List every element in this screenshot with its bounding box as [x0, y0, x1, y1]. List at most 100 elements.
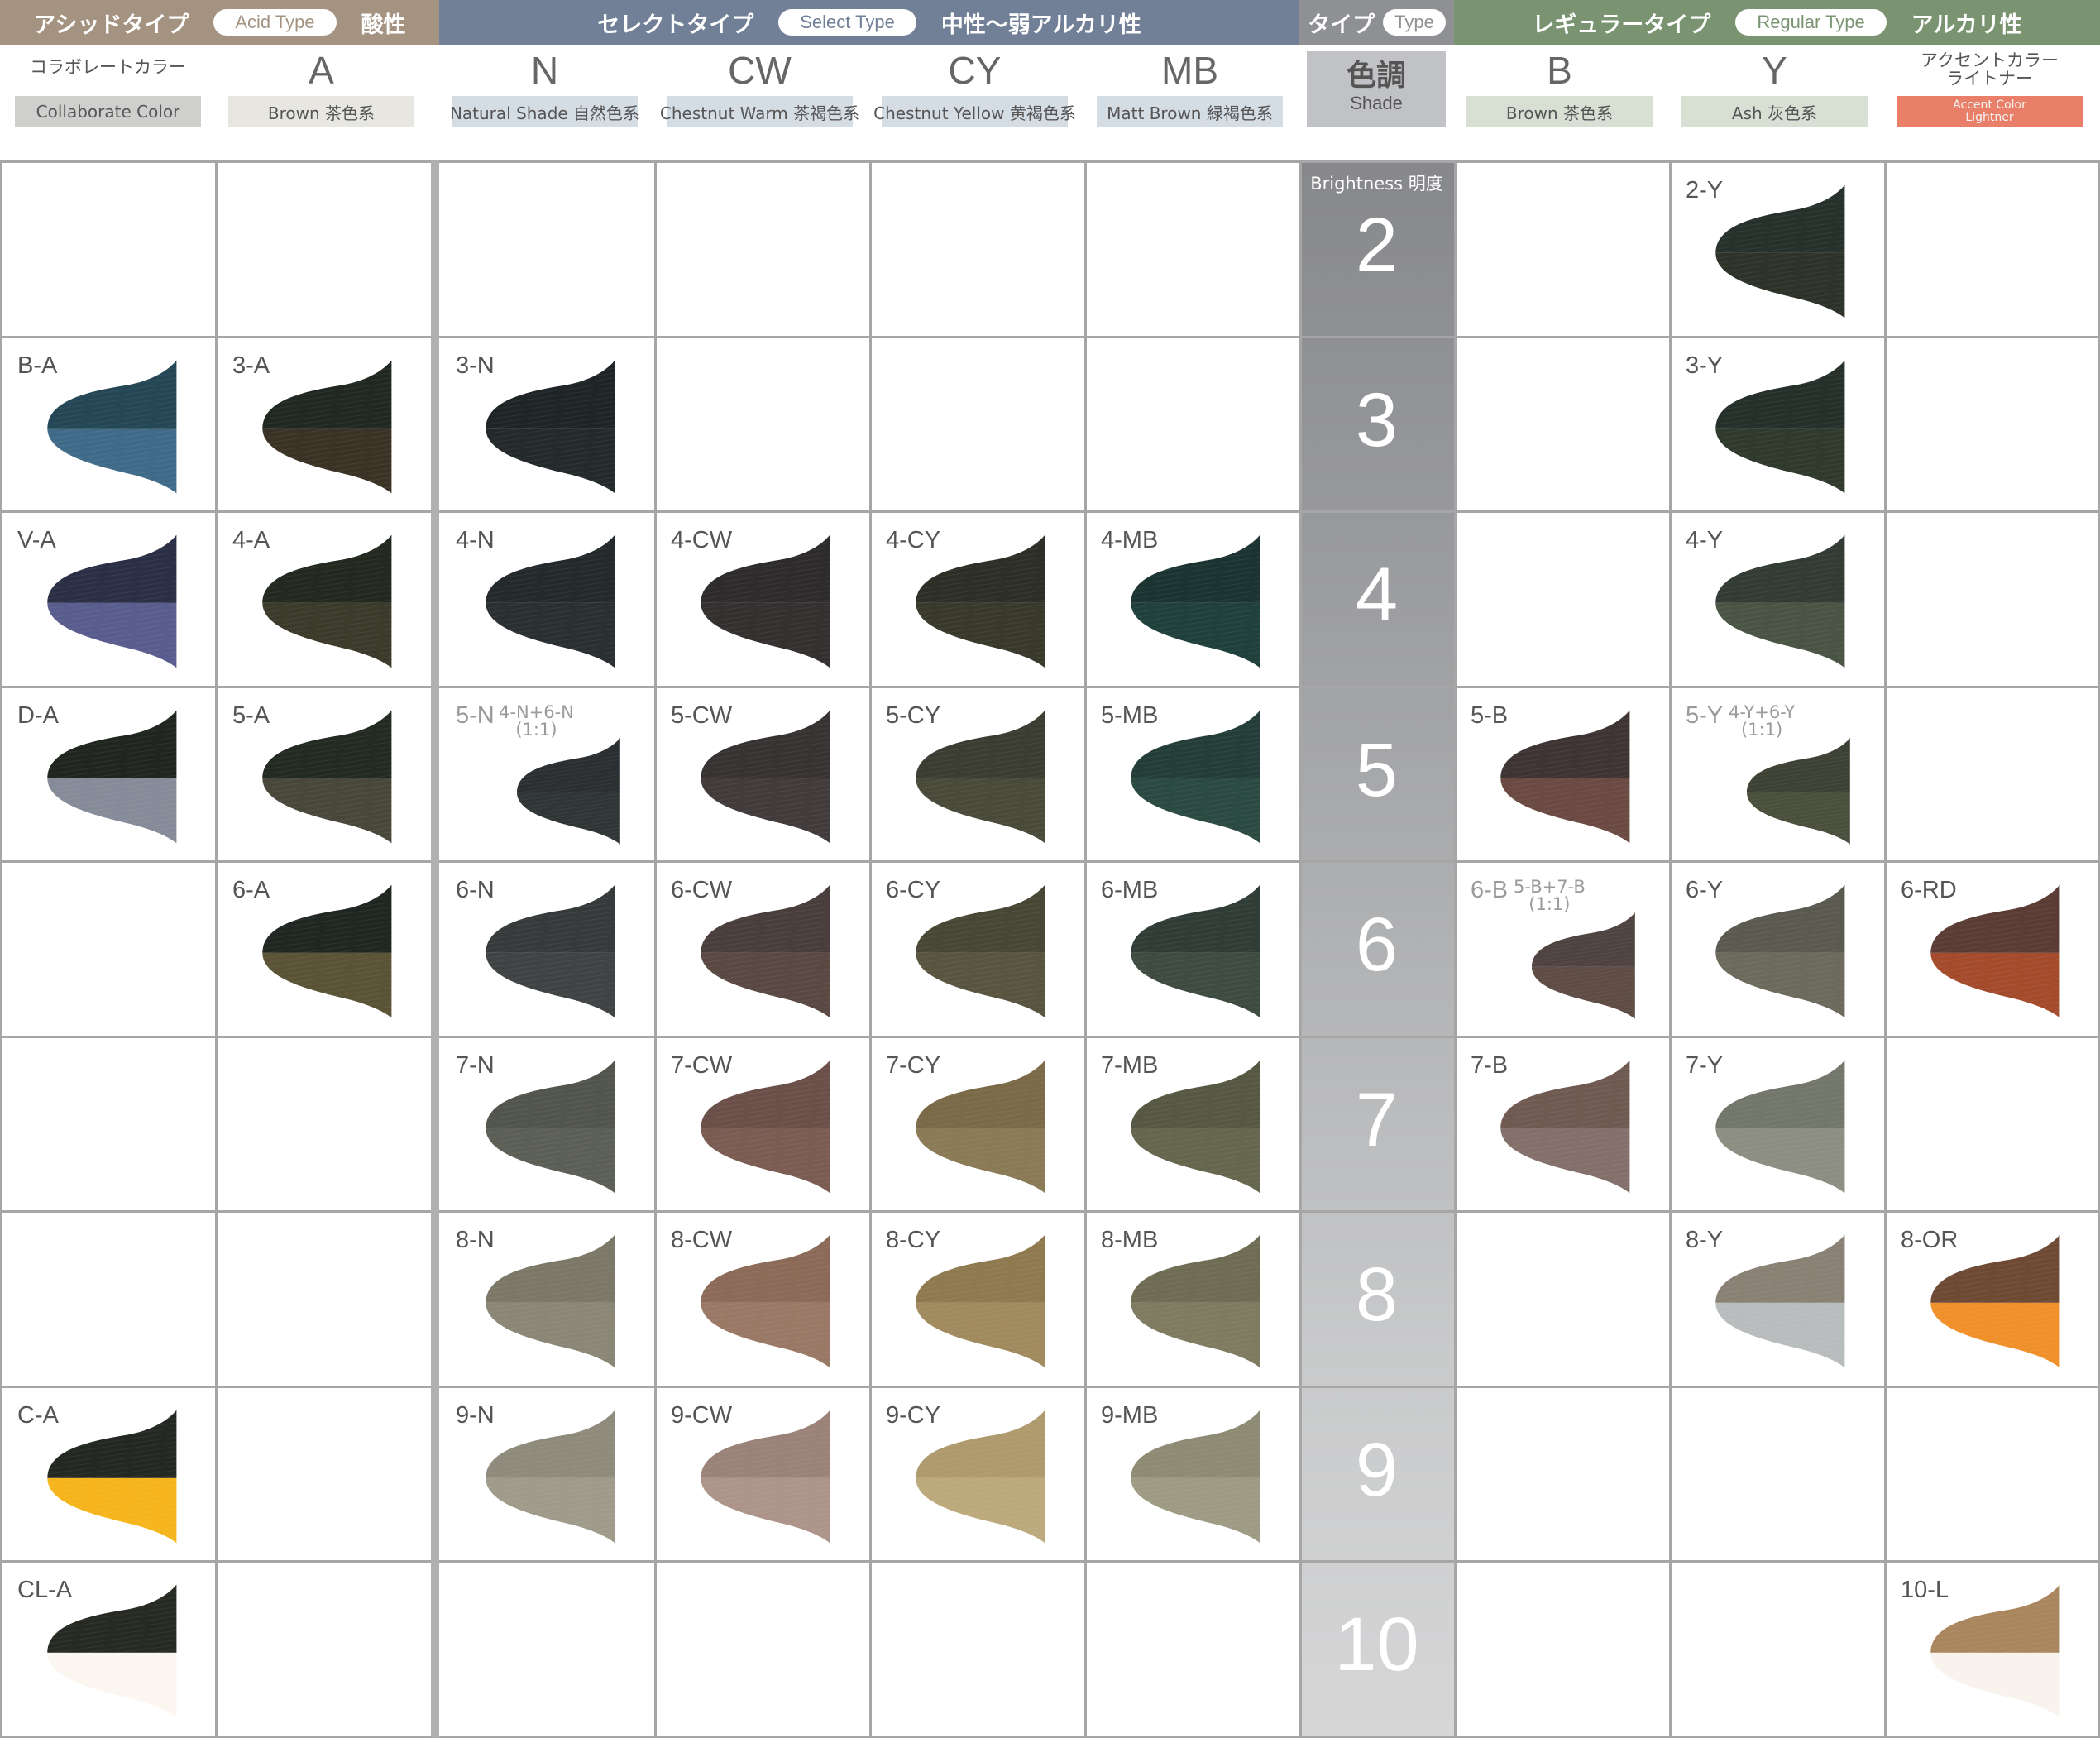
- swatch-texture: [1131, 884, 1260, 1018]
- select-type-suffix: 中性～弱アルカリ性: [940, 12, 1141, 38]
- swatch-label: V-A: [17, 527, 56, 553]
- swatch-cell[interactable]: 3-Y: [1671, 338, 1884, 510]
- acid-type-suffix: 酸性: [361, 12, 406, 38]
- acid-type-pill: Acid Type: [213, 9, 337, 36]
- swatch-cell[interactable]: C-A: [2, 1387, 216, 1559]
- swatch-label: 10-L: [1901, 1577, 1949, 1603]
- swatch-label: D-A: [17, 701, 59, 729]
- hair-swatch-icon: [486, 884, 615, 1018]
- swatch-cell[interactable]: CL-A: [2, 1562, 216, 1734]
- swatch-cell[interactable]: 4-CW: [656, 512, 869, 684]
- swatch-cell[interactable]: 6-RD: [1886, 862, 2099, 1034]
- swatch-texture: [516, 737, 620, 845]
- swatch-texture: [486, 1234, 615, 1368]
- swatch-cell[interactable]: 3-A: [218, 338, 431, 510]
- swatch-label: 3-A: [232, 352, 270, 379]
- hair-swatch-icon: [262, 710, 392, 843]
- swatch-label: 6-MB: [1101, 877, 1159, 903]
- brightness-level: 6: [1355, 903, 1399, 987]
- swatch-texture: [916, 534, 1045, 668]
- swatch-cell[interactable]: 5-N 4-N+6-N (1:1): [441, 687, 654, 859]
- swatch-cell[interactable]: 8-OR: [1886, 1212, 2099, 1384]
- regular-type-header: レギュラータイプ Regular Type アルカリ性: [1454, 0, 2100, 45]
- swatch-cell[interactable]: 7-CW: [656, 1037, 869, 1209]
- swatch-texture: [486, 1410, 615, 1543]
- swatch-cell[interactable]: 4-MB: [1086, 512, 1299, 684]
- hair-swatch-icon: [47, 534, 177, 668]
- swatch-cell[interactable]: 9-N: [441, 1387, 654, 1559]
- swatch-texture: [701, 534, 830, 668]
- swatch-cell[interactable]: 6-B 5-B+7-B (1:1): [1456, 862, 1669, 1034]
- swatch-texture: [1131, 1410, 1260, 1543]
- select-type-title: セレクトタイプ: [597, 12, 754, 38]
- swatch-label: 7-CW: [671, 1051, 733, 1079]
- shade-header-jp: 色調: [1346, 59, 1406, 93]
- swatch-cell[interactable]: 5-MB: [1086, 687, 1299, 859]
- column-letter-CW: CW: [728, 49, 792, 92]
- swatch-cell[interactable]: 9-CW: [656, 1387, 869, 1559]
- swatch-label: 5-B: [1471, 701, 1509, 729]
- swatch-label: 7-B: [1471, 1051, 1509, 1079]
- column-tag-CW: Chestnut Warm 茶褐色系: [660, 96, 859, 127]
- swatch-texture: [916, 1060, 1045, 1193]
- swatch-cell[interactable]: 8-CW: [656, 1212, 869, 1384]
- swatch-texture: [1715, 360, 1845, 493]
- column-letter-B: B: [1547, 49, 1572, 92]
- swatch-cell[interactable]: 8-CY: [871, 1212, 1084, 1384]
- swatch-texture: [916, 710, 1045, 843]
- hair-swatch-icon: [1715, 1234, 1845, 1368]
- swatch-cell[interactable]: 5-Y 4-Y+6-Y (1:1): [1671, 687, 1884, 859]
- swatch-cell[interactable]: 4-N: [441, 512, 654, 684]
- swatch-cell[interactable]: 7-Y: [1671, 1037, 1884, 1209]
- swatch-cell[interactable]: 6-CY: [871, 862, 1084, 1034]
- swatch-cell[interactable]: 5-B: [1456, 687, 1669, 859]
- collab-title: コラボレートカラー: [30, 57, 186, 77]
- swatch-cell[interactable]: 8-Y: [1671, 1212, 1884, 1384]
- swatch-cell[interactable]: 5-CW: [656, 687, 869, 859]
- brightness-level: 7: [1355, 1077, 1399, 1162]
- swatch-cell[interactable]: 4-Y: [1671, 512, 1884, 684]
- swatch-cell[interactable]: 7-MB: [1086, 1037, 1299, 1209]
- swatch-cell[interactable]: 9-CY: [871, 1387, 1084, 1559]
- brightness-level: 4: [1355, 553, 1399, 637]
- swatch-cell[interactable]: D-A: [2, 687, 216, 859]
- swatch-texture: [486, 360, 615, 493]
- swatch-label: 8-OR: [1901, 1227, 1959, 1253]
- swatch-cell[interactable]: 6-MB: [1086, 862, 1299, 1034]
- swatch-cell[interactable]: B-A: [2, 338, 216, 510]
- swatch-cell[interactable]: 8-MB: [1086, 1212, 1299, 1384]
- swatch-cell[interactable]: 2-Y: [1671, 162, 1884, 334]
- swatch-cell[interactable]: 8-N: [441, 1212, 654, 1384]
- hair-swatch-icon: [486, 1234, 615, 1368]
- swatch-label: 4-N: [456, 527, 495, 553]
- swatch-cell[interactable]: 6-CW: [656, 862, 869, 1034]
- type-title: タイプ: [1308, 12, 1375, 38]
- swatch-cell[interactable]: 7-N: [441, 1037, 654, 1209]
- swatch-cell[interactable]: 4-A: [218, 512, 431, 684]
- swatch-cell[interactable]: 9-MB: [1086, 1387, 1299, 1559]
- swatch-cell[interactable]: 10-L: [1886, 1562, 2099, 1734]
- swatch-cell[interactable]: 6-Y: [1671, 862, 1884, 1034]
- swatch-cell[interactable]: 7-CY: [871, 1037, 1084, 1209]
- collab-tag: Collaborate Color: [15, 96, 201, 127]
- swatch-cell[interactable]: 5-CY: [871, 687, 1084, 859]
- swatch-label: B-A: [17, 352, 58, 379]
- swatch-cell[interactable]: 6-A: [218, 862, 431, 1034]
- swatch-cell[interactable]: 4-CY: [871, 512, 1084, 684]
- swatch-cell[interactable]: V-A: [2, 512, 216, 684]
- swatch-texture: [262, 710, 392, 843]
- swatch-label: 4-CY: [886, 527, 941, 553]
- swatch-texture: [1715, 1060, 1845, 1193]
- hair-swatch-icon: [1715, 534, 1845, 668]
- swatch-texture: [1131, 1060, 1260, 1193]
- column-letter-MB: MB: [1161, 49, 1218, 92]
- hair-swatch-icon: [1715, 1060, 1845, 1193]
- swatch-cell[interactable]: 5-A: [218, 687, 431, 859]
- hair-swatch-icon: [1715, 884, 1845, 1018]
- type-header: タイプ Type: [1299, 0, 1454, 45]
- swatch-label: 5-CY: [886, 701, 941, 729]
- swatch-label: 8-Y: [1686, 1227, 1724, 1253]
- swatch-cell[interactable]: 7-B: [1456, 1037, 1669, 1209]
- swatch-cell[interactable]: 6-N: [441, 862, 654, 1034]
- swatch-cell[interactable]: 3-N: [441, 338, 654, 510]
